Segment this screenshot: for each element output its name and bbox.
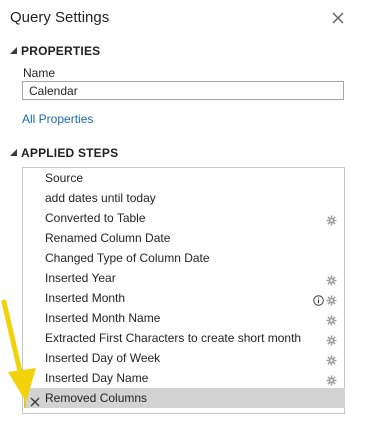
close-icon [332, 12, 344, 24]
step-inserted-day-name[interactable]: Inserted Day Name [24, 368, 345, 388]
step-label: add dates until today [45, 191, 156, 205]
yellow-arrow-icon [1, 299, 36, 402]
applied-steps-section-toggle[interactable]: APPLIED STEPS [9, 145, 118, 163]
collapse-triangle-icon [9, 146, 19, 160]
step-converted-to-table[interactable]: Converted to Table [24, 208, 345, 228]
step-removed-columns[interactable]: Removed Columns [24, 388, 345, 408]
close-button[interactable] [326, 6, 350, 30]
step-inserted-day-of-week[interactable]: Inserted Day of Week [24, 348, 345, 368]
name-field[interactable] [22, 81, 344, 100]
step-changed-type-of-column-date[interactable]: Changed Type of Column Date [24, 248, 345, 268]
properties-section-toggle[interactable]: PROPERTIES [9, 43, 100, 61]
applied-steps-list: Source add dates until today Converted t… [22, 167, 345, 414]
name-label: Name [23, 66, 56, 80]
step-extracted-first-characters[interactable]: Extracted First Characters to create sho… [24, 328, 345, 348]
step-label: Inserted Month Name [45, 311, 161, 325]
pane-title: Query Settings [10, 9, 110, 26]
step-label: Source [45, 171, 84, 185]
step-inserted-month-name[interactable]: Inserted Month Name [24, 308, 345, 328]
step-add-dates-until-today[interactable]: add dates until today [24, 188, 345, 208]
step-inserted-month[interactable]: Inserted Month [24, 288, 345, 308]
step-label: Inserted Month [45, 291, 126, 305]
applied-steps-heading: APPLIED STEPS [21, 145, 119, 160]
step-inserted-year[interactable]: Inserted Year [24, 268, 345, 288]
properties-heading: PROPERTIES [21, 43, 101, 58]
pane-header: Query Settings [0, 0, 367, 38]
step-label: Inserted Day of Week [45, 351, 161, 365]
step-label: Converted to Table [45, 211, 146, 225]
step-label: Removed Columns [45, 391, 148, 405]
step-label: Changed Type of Column Date [45, 251, 210, 265]
step-source[interactable]: Source [24, 168, 345, 188]
step-label: Inserted Day Name [45, 371, 149, 385]
step-renamed-column-date[interactable]: Renamed Column Date [24, 228, 345, 248]
collapse-triangle-icon [9, 44, 19, 58]
step-label: Renamed Column Date [45, 231, 171, 245]
all-properties-link[interactable]: All Properties [22, 112, 93, 126]
step-label: Extracted First Characters to create sho… [45, 331, 302, 345]
query-settings-pane: Query Settings PROPERTIES Name All Prope… [0, 0, 367, 421]
step-label: Inserted Year [45, 271, 116, 285]
